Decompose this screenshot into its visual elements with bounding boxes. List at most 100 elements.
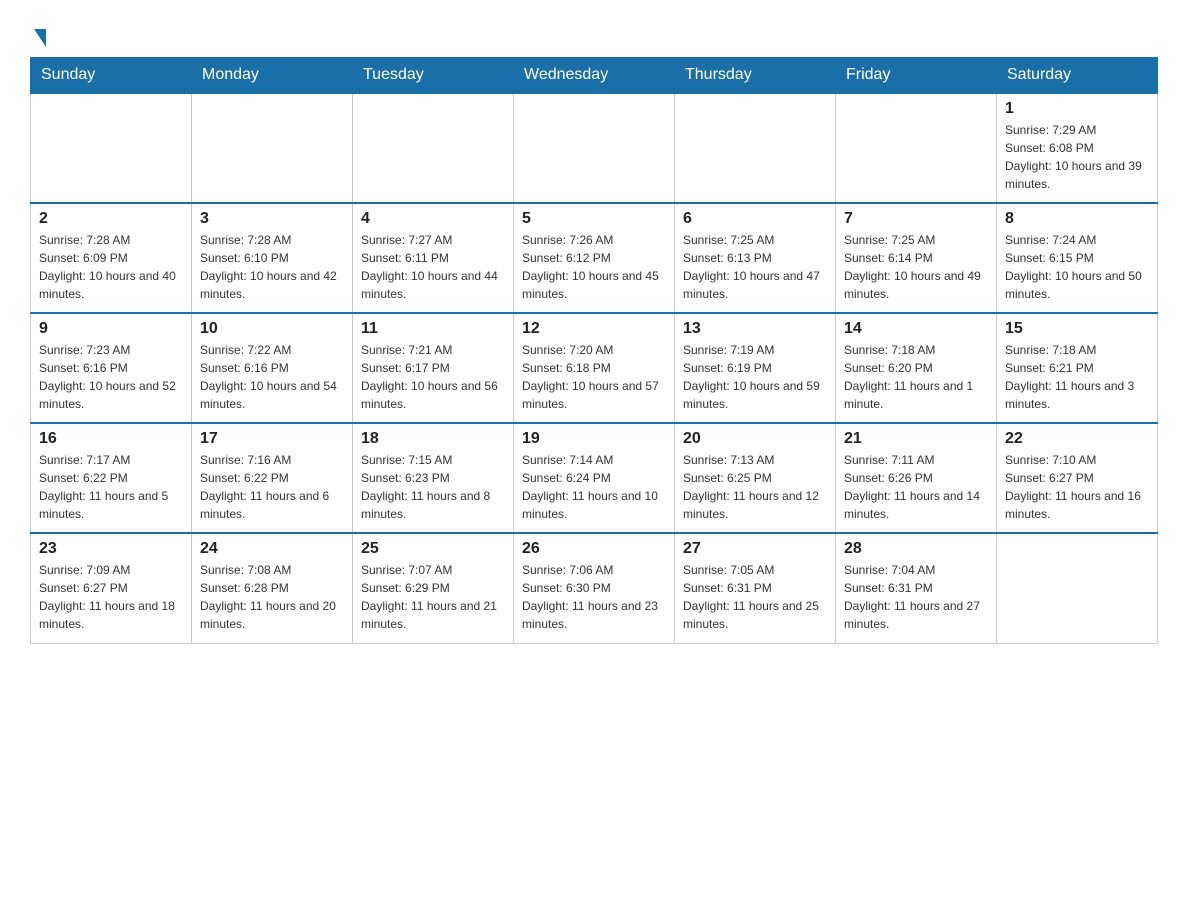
calendar-cell: 4 Sunrise: 7:27 AMSunset: 6:11 PMDaylight… — [353, 203, 514, 313]
calendar-cell: 26 Sunrise: 7:06 AMSunset: 6:30 PMDayligh… — [514, 533, 675, 643]
day-of-week-header: Friday — [836, 58, 997, 94]
calendar-cell: 1 Sunrise: 7:29 AMSunset: 6:08 PMDaylight… — [997, 93, 1158, 203]
calendar-cell: 6Sunrise: 7:25 AMSunset: 6:13 PMDaylight… — [675, 203, 836, 313]
calendar-cell: 24Sunrise: 7:08 AMSunset: 6:28 PMDayligh… — [192, 533, 353, 643]
calendar-cell: 12 Sunrise: 7:20 AMSunset: 6:18 PMDayligh… — [514, 313, 675, 423]
day-number: 12 — [522, 320, 666, 338]
day-number: 7 — [844, 210, 988, 228]
day-info: Sunrise: 7:28 AMSunset: 6:10 PMDaylight:… — [200, 231, 344, 303]
day-info: Sunrise: 7:14 AMSunset: 6:24 PMDaylight:… — [522, 451, 666, 523]
day-info: Sunrise: 7:23 AMSunset: 6:16 PMDaylight:… — [39, 341, 183, 413]
day-of-week-header: Saturday — [997, 58, 1158, 94]
day-number: 25 — [361, 540, 505, 558]
calendar-cell — [31, 93, 192, 203]
day-number: 3 — [200, 210, 344, 228]
day-info: Sunrise: 7:26 AMSunset: 6:12 PMDaylight:… — [522, 231, 666, 303]
calendar-cell: 20 Sunrise: 7:13 AMSunset: 6:25 PMDayligh… — [675, 423, 836, 533]
day-info: Sunrise: 7:25 AMSunset: 6:14 PMDaylight:… — [844, 231, 988, 303]
calendar-week-row: 16 Sunrise: 7:17 AMSunset: 6:22 PMDayligh… — [31, 423, 1158, 533]
logo-arrow-icon — [34, 29, 46, 47]
day-of-week-header: Thursday — [675, 58, 836, 94]
day-number: 18 — [361, 430, 505, 448]
calendar-cell: 16 Sunrise: 7:17 AMSunset: 6:22 PMDayligh… — [31, 423, 192, 533]
day-info: Sunrise: 7:06 AMSunset: 6:30 PMDaylight:… — [522, 561, 666, 633]
calendar-week-row: 1 Sunrise: 7:29 AMSunset: 6:08 PMDaylight… — [31, 93, 1158, 203]
day-number: 11 — [361, 320, 505, 338]
calendar-cell: 14 Sunrise: 7:18 AMSunset: 6:20 PMDayligh… — [836, 313, 997, 423]
day-number: 19 — [522, 430, 666, 448]
day-info: Sunrise: 7:29 AMSunset: 6:08 PMDaylight:… — [1005, 121, 1149, 193]
day-number: 2 — [39, 210, 183, 228]
calendar-header-row: SundayMondayTuesdayWednesdayThursdayFrid… — [31, 58, 1158, 94]
calendar-week-row: 9Sunrise: 7:23 AMSunset: 6:16 PMDaylight… — [31, 313, 1158, 423]
day-info: Sunrise: 7:18 AMSunset: 6:20 PMDaylight:… — [844, 341, 988, 413]
day-number: 21 — [844, 430, 988, 448]
day-number: 17 — [200, 430, 344, 448]
day-info: Sunrise: 7:17 AMSunset: 6:22 PMDaylight:… — [39, 451, 183, 523]
day-number: 8 — [1005, 210, 1149, 228]
calendar-table: SundayMondayTuesdayWednesdayThursdayFrid… — [30, 57, 1158, 644]
day-of-week-header: Wednesday — [514, 58, 675, 94]
day-info: Sunrise: 7:27 AMSunset: 6:11 PMDaylight:… — [361, 231, 505, 303]
day-number: 16 — [39, 430, 183, 448]
calendar-cell: 2 Sunrise: 7:28 AMSunset: 6:09 PMDaylight… — [31, 203, 192, 313]
day-of-week-header: Tuesday — [353, 58, 514, 94]
calendar-cell: 13 Sunrise: 7:19 AMSunset: 6:19 PMDayligh… — [675, 313, 836, 423]
day-info: Sunrise: 7:21 AMSunset: 6:17 PMDaylight:… — [361, 341, 505, 413]
calendar-cell: 10 Sunrise: 7:22 AMSunset: 6:16 PMDayligh… — [192, 313, 353, 423]
day-info: Sunrise: 7:25 AMSunset: 6:13 PMDaylight:… — [683, 231, 827, 303]
calendar-cell: 23Sunrise: 7:09 AMSunset: 6:27 PMDayligh… — [31, 533, 192, 643]
calendar-cell: 3 Sunrise: 7:28 AMSunset: 6:10 PMDaylight… — [192, 203, 353, 313]
day-info: Sunrise: 7:18 AMSunset: 6:21 PMDaylight:… — [1005, 341, 1149, 413]
day-number: 1 — [1005, 100, 1149, 118]
calendar-cell: 9Sunrise: 7:23 AMSunset: 6:16 PMDaylight… — [31, 313, 192, 423]
day-info: Sunrise: 7:15 AMSunset: 6:23 PMDaylight:… — [361, 451, 505, 523]
day-info: Sunrise: 7:28 AMSunset: 6:09 PMDaylight:… — [39, 231, 183, 303]
day-info: Sunrise: 7:16 AMSunset: 6:22 PMDaylight:… — [200, 451, 344, 523]
calendar-cell: 28 Sunrise: 7:04 AMSunset: 6:31 PMDayligh… — [836, 533, 997, 643]
day-info: Sunrise: 7:04 AMSunset: 6:31 PMDaylight:… — [844, 561, 988, 633]
calendar-cell: 7 Sunrise: 7:25 AMSunset: 6:14 PMDaylight… — [836, 203, 997, 313]
day-info: Sunrise: 7:10 AMSunset: 6:27 PMDaylight:… — [1005, 451, 1149, 523]
day-info: Sunrise: 7:13 AMSunset: 6:25 PMDaylight:… — [683, 451, 827, 523]
day-info: Sunrise: 7:20 AMSunset: 6:18 PMDaylight:… — [522, 341, 666, 413]
day-number: 24 — [200, 540, 344, 558]
calendar-cell — [192, 93, 353, 203]
calendar-cell: 19 Sunrise: 7:14 AMSunset: 6:24 PMDayligh… — [514, 423, 675, 533]
day-info: Sunrise: 7:24 AMSunset: 6:15 PMDaylight:… — [1005, 231, 1149, 303]
day-number: 5 — [522, 210, 666, 228]
calendar-cell — [836, 93, 997, 203]
day-number: 27 — [683, 540, 827, 558]
calendar-cell: 25 Sunrise: 7:07 AMSunset: 6:29 PMDayligh… — [353, 533, 514, 643]
day-number: 15 — [1005, 320, 1149, 338]
day-number: 20 — [683, 430, 827, 448]
calendar-cell: 27Sunrise: 7:05 AMSunset: 6:31 PMDayligh… — [675, 533, 836, 643]
day-number: 26 — [522, 540, 666, 558]
calendar-cell: 18 Sunrise: 7:15 AMSunset: 6:23 PMDayligh… — [353, 423, 514, 533]
day-number: 22 — [1005, 430, 1149, 448]
day-number: 13 — [683, 320, 827, 338]
calendar-cell: 21 Sunrise: 7:11 AMSunset: 6:26 PMDayligh… — [836, 423, 997, 533]
calendar-cell: 8 Sunrise: 7:24 AMSunset: 6:15 PMDaylight… — [997, 203, 1158, 313]
day-number: 4 — [361, 210, 505, 228]
day-of-week-header: Sunday — [31, 58, 192, 94]
day-info: Sunrise: 7:19 AMSunset: 6:19 PMDaylight:… — [683, 341, 827, 413]
day-of-week-header: Monday — [192, 58, 353, 94]
day-number: 14 — [844, 320, 988, 338]
calendar-cell: 15 Sunrise: 7:18 AMSunset: 6:21 PMDayligh… — [997, 313, 1158, 423]
calendar-cell — [353, 93, 514, 203]
calendar-cell — [675, 93, 836, 203]
logo — [30, 20, 46, 47]
day-number: 28 — [844, 540, 988, 558]
page-header — [30, 20, 1158, 47]
calendar-cell: 22 Sunrise: 7:10 AMSunset: 6:27 PMDayligh… — [997, 423, 1158, 533]
calendar-cell: 17 Sunrise: 7:16 AMSunset: 6:22 PMDayligh… — [192, 423, 353, 533]
day-info: Sunrise: 7:22 AMSunset: 6:16 PMDaylight:… — [200, 341, 344, 413]
calendar-cell — [514, 93, 675, 203]
calendar-week-row: 2 Sunrise: 7:28 AMSunset: 6:09 PMDaylight… — [31, 203, 1158, 313]
day-info: Sunrise: 7:07 AMSunset: 6:29 PMDaylight:… — [361, 561, 505, 633]
day-number: 10 — [200, 320, 344, 338]
calendar-cell — [997, 533, 1158, 643]
calendar-week-row: 23Sunrise: 7:09 AMSunset: 6:27 PMDayligh… — [31, 533, 1158, 643]
day-info: Sunrise: 7:11 AMSunset: 6:26 PMDaylight:… — [844, 451, 988, 523]
